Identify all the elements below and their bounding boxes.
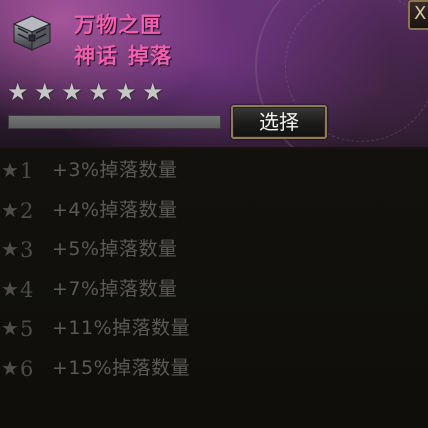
level-bonus: +3%掉落数量 (52, 159, 178, 181)
level-row: ★ 5 +11%掉落数量 (0, 308, 428, 348)
star-icon: ★ (34, 78, 56, 106)
level-row: ★ 1 +3%掉落数量 (0, 150, 428, 190)
item-type-line: 神话 掉落 (74, 40, 172, 70)
item-name: 万物之匣 (74, 12, 162, 37)
level-bonus: +4%掉落数量 (52, 198, 178, 221)
level-bonus: +15%掉落数量 (52, 356, 191, 379)
star-level-bonus-list: ★ 1 +3%掉落数量 ★ 2 +4%掉落数量 ★ 3 +5%掉落数量 ★ 4 +7%掉落数量 ★ 5 +1… (0, 150, 428, 387)
level-row: ★ 6 +15%掉落数量 (0, 348, 428, 388)
level-number: 5 (20, 317, 34, 341)
star-icon: ★ (115, 78, 137, 106)
level-number: 6 (20, 356, 34, 381)
star-icon: ★ (88, 78, 110, 106)
star-icon: ★ (1, 355, 19, 380)
level-number: 1 (20, 159, 34, 183)
chest-icon (12, 15, 52, 51)
item-detail-panel: 万物之匣 神话 掉落 ★ ★ ★ ★ ★ ★ 选择 X ★ 1 +3%掉落数量 ★ 2 +4%掉落数量… (0, 0, 428, 428)
star-icon: ★ (61, 78, 83, 106)
star-icon: ★ (7, 78, 29, 106)
level-bonus: +11%掉落数量 (52, 317, 191, 339)
level-row: ★ 4 +7%掉落数量 (0, 269, 428, 309)
star-icon: ★ (1, 158, 19, 182)
item-category: 掉落 (128, 43, 172, 68)
close-button[interactable]: X (408, 0, 428, 30)
level-number: 3 (20, 238, 34, 262)
progress-bar (8, 115, 221, 129)
star-icon: ★ (1, 316, 19, 340)
level-bonus: +7%掉落数量 (52, 277, 178, 300)
level-bonus: +5%掉落数量 (52, 238, 178, 260)
select-button[interactable]: 选择 (231, 105, 327, 139)
item-rarity: 神话 (74, 43, 118, 68)
star-icon: ★ (1, 197, 19, 222)
level-row: ★ 2 +4%掉落数量 (0, 190, 428, 230)
star-icon: ★ (1, 276, 19, 301)
level-number: 4 (20, 277, 34, 302)
level-row: ★ 3 +5%掉落数量 (0, 229, 428, 269)
star-icon: ★ (142, 78, 164, 106)
level-number: 2 (20, 198, 34, 223)
star-icon: ★ (1, 237, 19, 261)
item-header: 万物之匣 神话 掉落 ★ ★ ★ ★ ★ ★ 选择 X (0, 0, 428, 149)
star-rating: ★ ★ ★ ★ ★ ★ (7, 80, 166, 104)
